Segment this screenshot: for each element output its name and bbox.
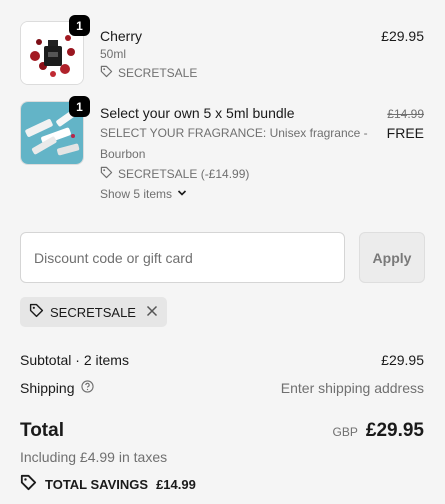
item-price: £29.95 bbox=[381, 28, 424, 44]
item-discount-code: SECRETSALE (-£14.99) bbox=[118, 167, 250, 181]
product-name: Cherry bbox=[100, 28, 143, 44]
product-name: Select your own 5 x 5ml bundle bbox=[100, 105, 295, 121]
item-discount: SECRETSALE (-£14.99) bbox=[100, 166, 249, 182]
show-items-label: Show 5 items bbox=[100, 187, 173, 201]
cart-item-cherry: 1 Cherry 50ml SECRETSALE £29.95 bbox=[0, 0, 445, 95]
show-items-toggle[interactable]: Show 5 items bbox=[100, 187, 187, 201]
item-price: FREE bbox=[386, 125, 424, 141]
savings-label: TOTAL SAVINGS bbox=[45, 476, 149, 492]
remove-discount-icon[interactable] bbox=[146, 305, 158, 320]
shipping-value: Enter shipping address bbox=[280, 380, 424, 396]
help-icon[interactable] bbox=[80, 380, 94, 396]
tag-icon bbox=[20, 474, 37, 494]
product-variant-line1: SELECT YOUR FRAGRANCE: Unisex fragrance … bbox=[100, 126, 368, 140]
shipping-label: Shipping bbox=[20, 380, 75, 396]
total-savings: TOTAL SAVINGS £14.99 bbox=[20, 474, 196, 494]
item-discount: SECRETSALE bbox=[100, 65, 197, 81]
item-discount-code: SECRETSALE bbox=[118, 66, 198, 80]
total-value: £29.95 bbox=[365, 420, 424, 441]
apply-button[interactable]: Apply bbox=[359, 232, 425, 283]
discount-code-input[interactable]: Discount code or gift card bbox=[20, 232, 345, 283]
product-variant: 50ml bbox=[100, 47, 127, 61]
cart-item-bundle: 1 Select your own 5 x 5ml bundle SELECT … bbox=[0, 95, 445, 210]
currency-code: GBP bbox=[332, 425, 358, 439]
applied-discount-code: SECRETSALE bbox=[50, 304, 136, 320]
quantity-badge: 1 bbox=[69, 96, 90, 117]
subtotal-label: Subtotal · 2 items bbox=[20, 352, 129, 368]
discount-code-placeholder: Discount code or gift card bbox=[34, 249, 193, 266]
total-amount: GBP £29.95 bbox=[333, 420, 424, 442]
tag-icon bbox=[100, 65, 113, 81]
shipping-row: Shipping bbox=[20, 380, 94, 396]
taxes-note: Including £4.99 in taxes bbox=[20, 449, 168, 465]
product-variant-line2: Bourbon bbox=[100, 147, 146, 161]
total-label: Total bbox=[20, 420, 64, 441]
savings-value: £14.99 bbox=[156, 476, 196, 492]
subtotal-value: £29.95 bbox=[381, 352, 424, 368]
quantity-badge: 1 bbox=[69, 15, 90, 36]
applied-discount-chip: SECRETSALE bbox=[20, 297, 167, 327]
tag-icon bbox=[100, 166, 113, 182]
chevron-down-icon bbox=[177, 187, 187, 201]
item-original-price: £14.99 bbox=[387, 107, 424, 121]
tag-icon bbox=[29, 303, 44, 321]
